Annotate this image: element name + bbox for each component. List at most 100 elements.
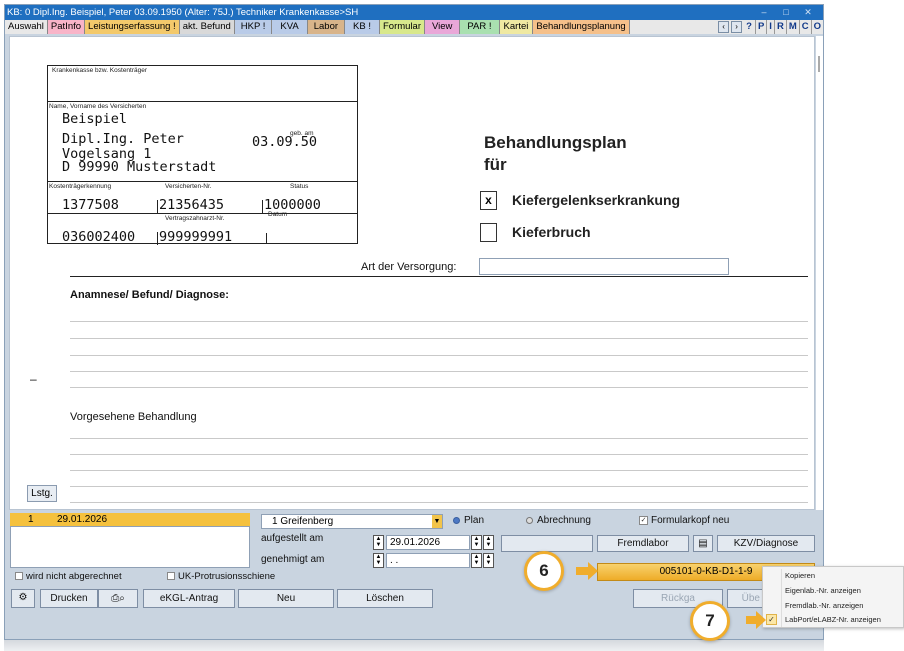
location-value: 1 Greifenberg <box>272 516 334 527</box>
divider <box>157 200 158 213</box>
plan-radio[interactable]: Plan <box>453 515 484 526</box>
scroll-thumb[interactable] <box>818 56 820 72</box>
close-button[interactable]: ✕ <box>797 5 819 20</box>
tab-auswahl[interactable]: Auswahl <box>5 20 48 34</box>
writing-line <box>70 454 808 455</box>
name-label: Name, Vorname des Versicherten <box>49 103 147 110</box>
tab-behandlungsplanung[interactable]: Behandlungsplanung <box>533 20 630 34</box>
print-button[interactable]: Drucken <box>40 589 98 608</box>
not-billed-label: wird nicht abgerechnet <box>26 571 122 582</box>
new-button[interactable]: Neu <box>238 589 334 608</box>
writing-line <box>70 438 808 439</box>
transfer-button[interactable]: Übe <box>727 589 763 608</box>
form-scrollbar[interactable] <box>816 36 823 510</box>
approved-spinner[interactable]: ▲ ▼ <box>373 553 384 568</box>
help-icon[interactable]: ? <box>743 20 755 34</box>
plan-list-row[interactable]: 1 29.01.2026 <box>10 513 250 526</box>
created-spinner-right2[interactable]: ▲ ▼ <box>483 535 494 550</box>
bsnr-value: 036002400 <box>62 229 136 245</box>
billing-radio[interactable]: Abrechnung <box>526 515 591 526</box>
date-label: Datum <box>268 211 288 218</box>
context-menu: Kopieren Eigenlab.-Nr. anzeigen Fremdlab… <box>762 566 904 628</box>
gear-icon[interactable]: ⚙ <box>11 589 35 608</box>
uk-box[interactable] <box>167 572 175 581</box>
approved-label: genehmigt am <box>261 554 325 565</box>
plan-list[interactable] <box>10 526 250 568</box>
checkmark-icon[interactable]: ✓ <box>639 515 648 525</box>
divider <box>266 233 267 244</box>
tab-prev-button[interactable]: ‹ <box>718 21 730 33</box>
ekgl-button[interactable]: eKGL-Antrag <box>143 589 235 608</box>
app-window: KB: 0 Dipl.Ing. Beispiel, Peter 03.09.19… <box>4 4 824 640</box>
blank-button[interactable] <box>501 535 593 552</box>
tab-kb[interactable]: KB ! <box>345 20 380 34</box>
not-billed-box[interactable] <box>15 572 23 581</box>
document-icon[interactable]: ▤ <box>693 535 713 552</box>
tab-par[interactable]: PAR ! <box>460 20 500 34</box>
created-spinner[interactable]: ▲ ▼ <box>373 535 384 550</box>
tab-kartei[interactable]: Kartei <box>499 20 534 34</box>
menu-item-eigenlab[interactable]: Eigenlab.-Nr. anzeigen <box>763 584 903 597</box>
tab-next-button[interactable]: › <box>731 21 743 33</box>
menu-item-labport[interactable]: ✓ LabPort/eLABZ-Nr. anzeigen <box>763 613 903 626</box>
location-select[interactable]: 1 Greifenberg ▼ <box>261 514 443 529</box>
tab-bar-tools: ‹ › ? P I R M C O <box>717 20 823 34</box>
care-type-input[interactable] <box>479 258 729 275</box>
tab-labor[interactable]: Labor <box>307 20 346 34</box>
dentist-no-value: 999999991 <box>159 229 233 245</box>
form-subtitle: für <box>484 155 507 174</box>
billing-radio-label: Abrechnung <box>537 515 591 526</box>
insured-no-value: 21356435 <box>159 197 225 213</box>
shortcut-i[interactable]: I <box>766 20 774 34</box>
checkbox-kiefergelenk[interactable]: x <box>480 191 497 210</box>
kzv-diagnose-button[interactable]: KZV/Diagnose <box>717 535 815 552</box>
divider <box>157 232 158 245</box>
fremdlabor-button[interactable]: Fremdlabor <box>597 535 689 552</box>
created-spinner-right[interactable]: ▲ ▼ <box>471 535 482 550</box>
approved-spinner-right[interactable]: ▲ ▼ <box>471 553 482 568</box>
arrow-icon <box>746 611 766 629</box>
writing-line <box>70 371 808 372</box>
uk-label: UK-Protrusionsschiene <box>178 571 276 582</box>
billing-radio-dot[interactable] <box>526 516 533 524</box>
tab-leistungserfassung[interactable]: Leistungserfassung ! <box>85 20 180 34</box>
delete-button[interactable]: Löschen <box>337 589 433 608</box>
checkbox-kiefergelenk-label: Kiefergelenkserkrankung <box>512 192 681 208</box>
shortcut-r[interactable]: R <box>773 20 786 34</box>
tab-formular[interactable]: Formular <box>379 20 425 34</box>
tab-kva[interactable]: KVA <box>272 20 308 34</box>
anamnesis-heading: Anamnese/ Befund/ Diagnose: <box>70 289 229 301</box>
title-bar: KB: 0 Dipl.Ing. Beispiel, Peter 03.09.19… <box>5 5 823 20</box>
tab-view[interactable]: View <box>425 20 461 34</box>
maximize-button[interactable]: □ <box>775 5 797 20</box>
writing-line <box>70 355 808 356</box>
dentist-no-label: Vertragszahnarzt-Nr. <box>165 215 225 222</box>
step-marker-6: 6 <box>524 551 564 591</box>
not-billed-checkbox[interactable]: wird nicht abgerechnet <box>15 571 122 582</box>
menu-item-labport-label: LabPort/eLABZ-Nr. anzeigen <box>785 615 881 624</box>
shortcut-m[interactable]: M <box>785 20 799 34</box>
uk-checkbox[interactable]: UK-Protrusionsschiene <box>167 571 275 582</box>
insured-no-label: Versicherten-Nr. <box>165 183 212 190</box>
menu-item-fremdlab[interactable]: Fremdlab.-Nr. anzeigen <box>763 599 903 612</box>
plan-radio-dot[interactable] <box>453 516 460 524</box>
menu-item-kopieren[interactable]: Kopieren <box>763 569 903 582</box>
lstg-button[interactable]: Lstg. <box>27 485 57 502</box>
shortcut-c[interactable]: C <box>798 20 811 34</box>
approved-spinner-right2[interactable]: ▲ ▼ <box>483 553 494 568</box>
shortcut-p[interactable]: P <box>754 20 766 34</box>
chevron-down-icon[interactable]: ▼ <box>432 515 442 528</box>
minimize-button[interactable]: – <box>753 5 775 20</box>
created-date-input[interactable]: 29.01.2026 <box>386 535 470 550</box>
approved-date-input[interactable]: . . <box>386 553 470 568</box>
divider <box>70 276 808 277</box>
shortcut-o[interactable]: O <box>810 20 823 34</box>
tab-hkp[interactable]: HKP ! <box>234 20 273 34</box>
header-new-checkbox[interactable]: ✓ Formularkopf neu <box>639 515 729 526</box>
checkbox-kieferbruch[interactable] <box>480 223 497 242</box>
margin-dash: – <box>30 372 37 386</box>
print-preview-icon[interactable]: ⎙⌕ <box>98 589 138 608</box>
tab-patinfo[interactable]: PatInfo <box>47 20 86 34</box>
tab-akt-befund[interactable]: akt. Befund <box>179 20 235 34</box>
window-shadow <box>4 640 824 651</box>
